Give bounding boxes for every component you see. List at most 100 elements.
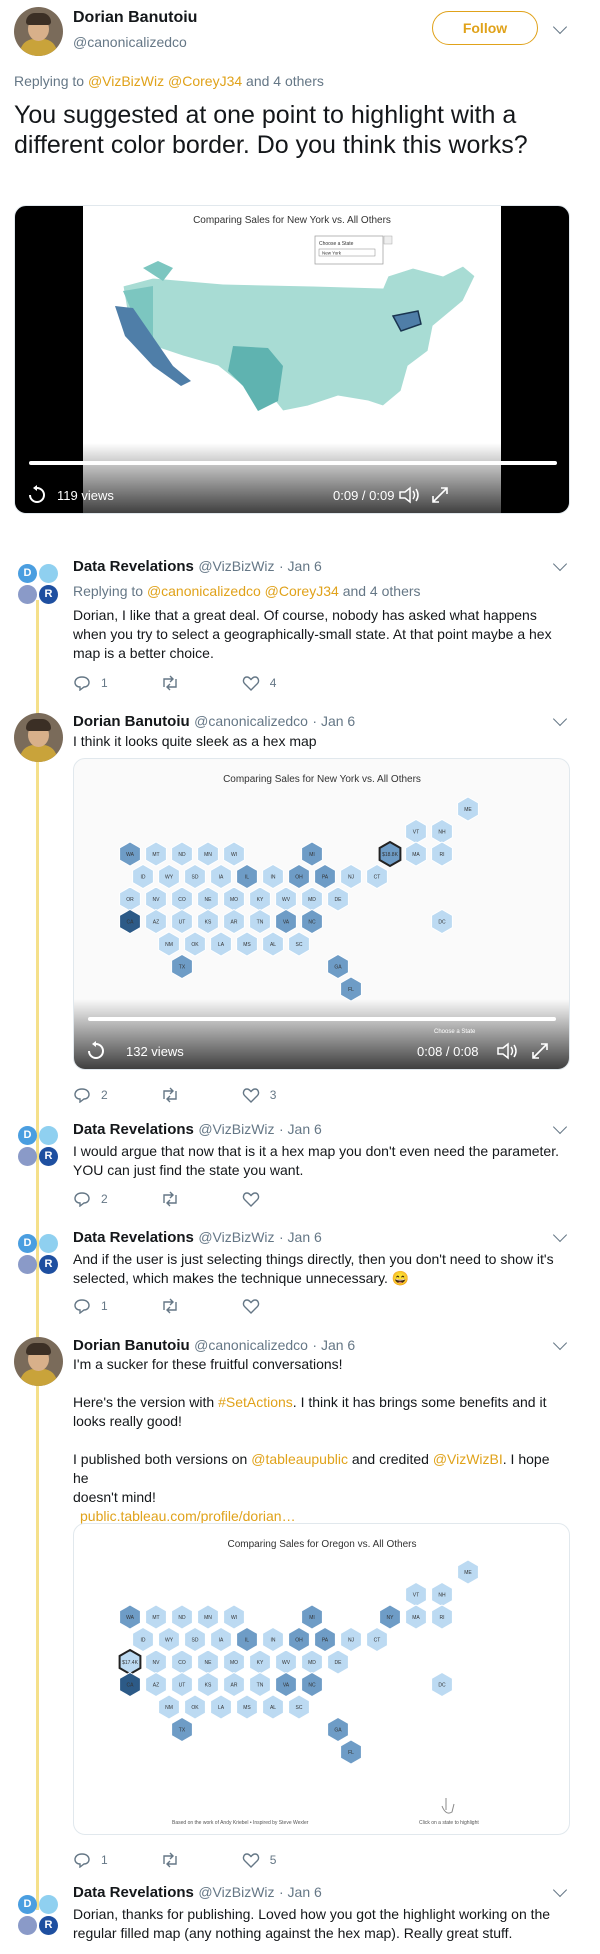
hex-wi[interactable]: WI [223,841,245,867]
hex-ky[interactable]: KY [249,1649,271,1675]
hex-fl[interactable]: FL [340,976,362,1002]
mention-link[interactable]: @VizWizBI [433,1451,503,1467]
hex-nc[interactable]: NC [301,1671,323,1698]
hex-pa[interactable]: PA [314,863,336,890]
hex-nd[interactable]: ND [171,841,193,867]
like-button[interactable] [242,1298,270,1314]
hex-nm[interactable]: NM [158,1694,180,1720]
reply-button[interactable]: 1 [73,1298,108,1314]
hex-az[interactable]: AZ [145,908,167,935]
hex-ri[interactable]: RI [431,1604,453,1630]
replay-icon[interactable] [84,1040,108,1062]
video-player[interactable]: Comparing Sales for New York vs. All Oth… [73,758,570,1070]
author-handle[interactable]: @canonicalizedco [194,1337,308,1353]
reply-button[interactable]: 1 [73,675,108,691]
hex-wv[interactable]: WV [275,1649,297,1675]
hex-mo[interactable]: MO [223,886,245,912]
hex-ia[interactable]: IA [210,1626,232,1653]
hex-sd[interactable]: SD [184,1626,206,1653]
hex-il[interactable]: IL [236,1626,258,1653]
hex-ky[interactable]: KY [249,886,271,912]
avatar[interactable]: D R [14,1122,62,1170]
like-button[interactable]: 4 [242,675,276,691]
author-name[interactable]: Data Revelations [73,558,194,575]
hex-mt[interactable]: MT [145,1604,167,1630]
progress-bar[interactable] [88,1017,556,1021]
hex-al[interactable]: AL [262,931,284,957]
avatar[interactable]: D R [14,560,62,608]
hex-in[interactable]: IN [262,863,284,890]
mention-link[interactable]: @VizBizWiz @CoreyJ34 [88,73,242,89]
hex-in[interactable]: IN [262,1626,284,1653]
chevron-down-icon[interactable] [552,556,568,572]
hex-tx[interactable]: TX [171,1716,193,1743]
avatar[interactable]: D R [14,1230,62,1278]
hex-or[interactable]: $17.4K [118,1648,142,1676]
volume-icon[interactable] [398,485,422,505]
hex-ga[interactable]: GA [327,1716,349,1743]
tweet-date[interactable]: · Jan 6 [312,1337,355,1353]
hex-ia[interactable]: IA [210,863,232,890]
chevron-down-icon[interactable] [552,1335,568,1351]
hex-ks[interactable]: KS [197,908,219,935]
like-button[interactable] [242,1191,270,1207]
hex-wv[interactable]: WV [275,886,297,912]
avatar[interactable] [14,1337,63,1386]
hex-ma[interactable]: MA [405,841,427,867]
hex-mt[interactable]: MT [145,841,167,867]
hex-va[interactable]: VA [275,1671,297,1698]
author-handle[interactable]: @VizBizWiz [198,558,274,574]
author-handle[interactable]: @VizBizWiz [198,1884,274,1900]
avatar[interactable]: D R [14,1891,62,1939]
retweet-button[interactable] [160,675,190,691]
chevron-down-icon[interactable] [552,19,568,35]
author-handle[interactable]: @VizBizWiz [198,1121,274,1137]
hex-tn[interactable]: TN [249,908,271,935]
hex-ny[interactable]: NY [379,1604,401,1630]
volume-icon[interactable] [496,1041,520,1061]
author-name[interactable]: Dorian Banutoiu [73,1337,190,1354]
hex-nh[interactable]: NH [431,1581,453,1608]
hex-ct[interactable]: CT [366,1626,388,1653]
hex-me[interactable]: ME [457,796,479,822]
like-button[interactable]: 3 [242,1087,276,1103]
hex-mi[interactable]: MI [301,1604,323,1630]
hex-wi[interactable]: WI [223,1604,245,1630]
like-button[interactable]: 5 [242,1852,276,1868]
hex-mn[interactable]: MN [197,841,219,867]
hex-mi[interactable]: MI [301,841,323,867]
hex-ar[interactable]: AR [223,1671,245,1698]
hex-md[interactable]: MD [301,1649,323,1675]
hex-co[interactable]: CO [171,1649,193,1675]
retweet-button[interactable] [160,1298,190,1314]
hex-id[interactable]: ID [132,863,154,890]
hex-de[interactable]: DE [327,886,349,912]
tweet-date[interactable]: · Jan 6 [279,1884,322,1900]
author-handle[interactable]: @canonicalizedco [194,713,308,729]
replay-icon[interactable] [25,484,49,506]
hex-vt[interactable]: VT [405,1581,427,1608]
reply-button[interactable]: 2 [73,1087,108,1103]
hex-nv[interactable]: NV [145,1649,167,1675]
mention-link[interactable]: @tableaupublic [251,1451,348,1467]
hex-nh[interactable]: NH [431,818,453,845]
hex-pa[interactable]: PA [314,1626,336,1653]
hex-ca[interactable]: CA [119,1671,141,1698]
reply-button[interactable]: 1 [73,1852,108,1868]
hex-mn[interactable]: MN [197,1604,219,1630]
tweet-date[interactable]: · Jan 6 [279,558,322,574]
hex-dc[interactable]: DC [431,1671,453,1698]
tweet-date[interactable]: · Jan 6 [279,1229,322,1245]
hex-md[interactable]: MD [301,886,323,912]
hex-ga[interactable]: GA [327,953,349,980]
hex-tn[interactable]: TN [249,1671,271,1698]
author-handle[interactable]: @VizBizWiz [198,1229,274,1245]
avatar[interactable] [14,7,63,56]
fullscreen-icon[interactable] [430,485,450,505]
hex-mo[interactable]: MO [223,1649,245,1675]
hex-id[interactable]: ID [132,1626,154,1653]
hex-oh[interactable]: OH [288,863,310,890]
hex-az[interactable]: AZ [145,1671,167,1698]
hex-ar[interactable]: AR [223,908,245,935]
hex-co[interactable]: CO [171,886,193,912]
